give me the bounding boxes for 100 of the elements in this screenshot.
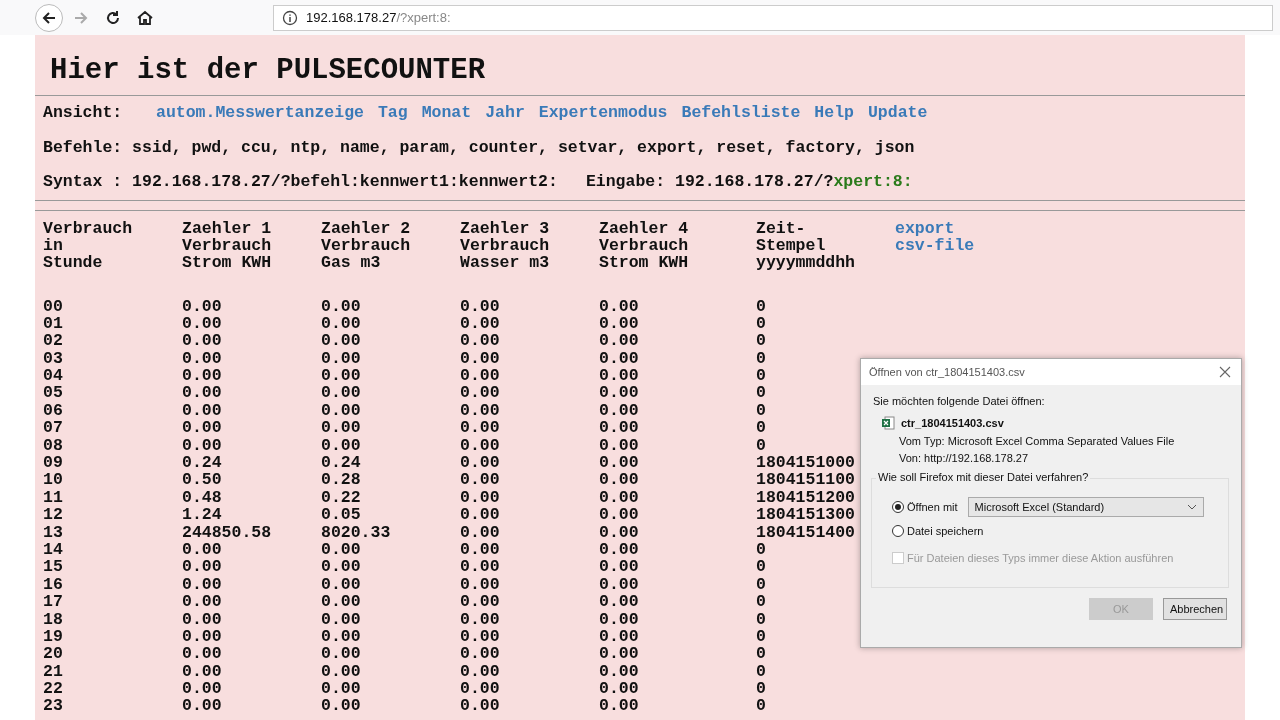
table-cell: 10 — [43, 471, 63, 489]
syntax-text: Syntax : 192.168.178.27/?befehl:kennwert1:kennwert2: — [43, 171, 558, 193]
table-cell: 0.00 — [182, 558, 222, 576]
table-cell: 21 — [43, 662, 63, 681]
close-icon[interactable] — [1219, 366, 1231, 378]
table-cell: 0 — [756, 419, 766, 437]
table-cell: 0.00 — [460, 471, 500, 489]
table-cell: 0.00 — [321, 697, 361, 715]
nav-link[interactable]: Expertenmodus — [538, 96, 668, 131]
table-cell: 0.00 — [182, 610, 222, 628]
file-name: ctr_1804151403.csv — [901, 417, 1004, 429]
table-cell: 0.00 — [599, 627, 639, 646]
table-cell: 0.00 — [182, 575, 222, 594]
table-cell: 0.00 — [599, 419, 639, 437]
table-cell: 05 — [43, 384, 63, 402]
table-cell: 0.00 — [182, 697, 222, 715]
cancel-button[interactable]: Abbrechen — [1163, 598, 1227, 620]
table-cell: 0 — [756, 349, 766, 368]
table-cell: 16 — [43, 575, 63, 594]
radio-label[interactable]: Öffnen mit — [907, 501, 958, 513]
table-cell: 0.00 — [182, 645, 222, 663]
table-cell: 0 — [756, 436, 766, 455]
table-cell: 0.00 — [599, 401, 639, 420]
table-cell: 0.00 — [460, 314, 500, 333]
table-cell: 0.00 — [460, 645, 500, 663]
table-cell: 0 — [756, 540, 766, 559]
table-cell: 0.00 — [599, 506, 639, 524]
table-cell: 0.00 — [460, 349, 500, 368]
table-cell: 0.00 — [321, 349, 361, 368]
nav-link[interactable]: Jahr — [485, 96, 525, 131]
table-cell: 22 — [43, 680, 63, 698]
column-header: Verbrauch in Stunde — [43, 219, 133, 271]
chevron-down-icon — [1186, 504, 1197, 510]
radio-label[interactable]: Datei speichern — [907, 525, 984, 537]
home-icon — [136, 8, 154, 27]
table-cell: 0 — [756, 332, 766, 350]
table-cell: 0.00 — [460, 697, 500, 715]
table-cell: 0 — [756, 662, 766, 681]
table-cell: 0 — [756, 314, 766, 333]
table-cell: 0.00 — [599, 471, 639, 489]
table-cell: 0.00 — [182, 297, 222, 315]
table-cell: 0.00 — [182, 349, 222, 368]
table-cell: 0.00 — [182, 384, 222, 402]
nav-link[interactable]: Befehlsliste — [681, 96, 801, 131]
table-cell: 0.00 — [460, 680, 500, 698]
table-cell: 0.00 — [460, 384, 500, 402]
nav-link[interactable]: Help — [814, 96, 854, 131]
input-label: Eingabe: 192.168.178.27/? — [585, 172, 834, 191]
source-value: http://192.168.178.27 — [924, 452, 1029, 464]
url-host: 192.168.178.27 — [306, 10, 397, 25]
table-cell: 0.00 — [599, 488, 639, 507]
table-cell: 0 — [756, 697, 766, 715]
nav-link[interactable]: Tag — [377, 96, 408, 131]
page-title: Hier ist der PULSECOUNTER — [49, 53, 487, 89]
export-link[interactable]: export csv-file — [895, 219, 975, 271]
table-cell: 0.00 — [599, 680, 639, 698]
table-cell: 0 — [756, 680, 766, 698]
table-cell: 0 — [756, 558, 766, 576]
table-cell: 0.00 — [321, 540, 361, 559]
table-cell: 12 — [43, 506, 63, 524]
table-cell: 0.48 — [182, 488, 222, 507]
table-cell: 1.24 — [182, 506, 222, 524]
table-cell: 0.00 — [599, 297, 639, 315]
info-icon — [282, 9, 298, 26]
table-cell: 0 — [756, 610, 766, 628]
table-cell: 00 — [43, 297, 63, 315]
table-cell: 244850.58 — [182, 523, 272, 541]
nav-link[interactable]: Monat — [421, 96, 472, 131]
table-cell: 0.00 — [321, 297, 361, 315]
back-button[interactable] — [35, 3, 63, 32]
table-cell: 08 — [43, 436, 63, 455]
address-bar[interactable]: 192.168.178.27/?xpert:8: — [273, 4, 1273, 31]
table-cell: 0.00 — [460, 558, 500, 576]
table-cell: 0.00 — [599, 384, 639, 402]
application-dropdown[interactable]: Microsoft Excel (Standard) — [967, 497, 1204, 517]
table-cell: 0.00 — [321, 401, 361, 420]
table-cell: 0.24 — [321, 454, 361, 472]
nav-link[interactable]: Update — [867, 96, 928, 131]
table-cell: 0.00 — [599, 332, 639, 350]
radio-button[interactable] — [892, 525, 904, 537]
table-cell: 03 — [43, 349, 63, 368]
table-cell: 15 — [43, 558, 63, 576]
table-cell: 0.00 — [460, 297, 500, 315]
table-cell: 0.00 — [321, 645, 361, 663]
dialog-title: Öffnen von ctr_1804151403.csv — [869, 366, 1025, 378]
table-cell: 0.00 — [460, 488, 500, 507]
table-cell: 0.00 — [460, 540, 500, 559]
table-cell: 8020.33 — [321, 523, 391, 541]
table-cell: 0.00 — [182, 662, 222, 681]
type-label: Vom Typ: — [899, 435, 945, 447]
table-cell: 0.00 — [321, 436, 361, 455]
radio-button[interactable] — [892, 501, 904, 513]
nav-link[interactable]: autom.Messwertanzeige — [156, 96, 364, 131]
table-cell: 0.00 — [321, 610, 361, 628]
table-cell: 0.00 — [182, 540, 222, 559]
table-cell: 0.00 — [321, 419, 361, 437]
table-cell: 0 — [756, 401, 766, 420]
table-cell: 18 — [43, 610, 63, 628]
dialog-intro: Sie möchten folgende Datei öffnen: — [873, 395, 1046, 407]
table-cell: 1804151300 — [756, 506, 856, 524]
